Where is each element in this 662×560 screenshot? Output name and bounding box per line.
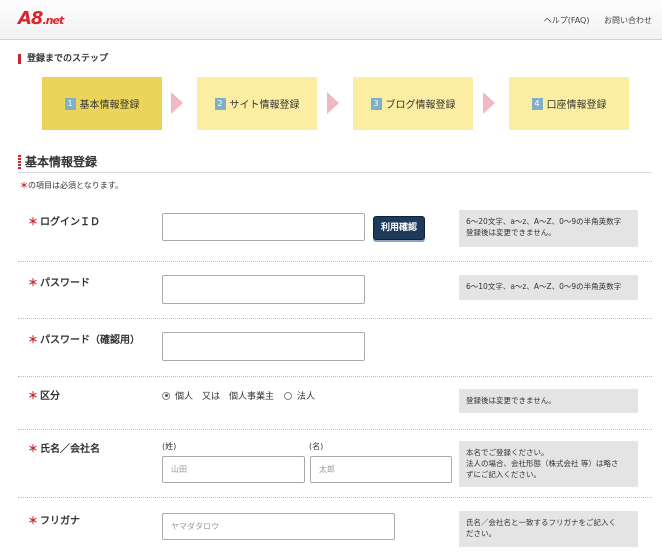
step-3: 3 ブログ情報登録 — [353, 77, 473, 130]
furigana-input[interactable]: ヤマダタロウ — [162, 513, 395, 540]
password-confirm-row: ＊パスワード（確認用） — [18, 319, 652, 377]
login-id-help: 6～20文字、a～z、A～Z、0～9の半角英数字 登録後は変更できません。 — [459, 210, 638, 247]
category-label-text: 区分 — [40, 391, 60, 402]
help-line: 本名でご登録ください。 — [466, 448, 549, 457]
furigana-label-text: フリガナ — [40, 516, 80, 527]
step-number: 1 — [64, 97, 76, 110]
furigana-help: 氏名／会社名と一致するフリガナをご記入く ださい。 — [459, 511, 638, 547]
radio-unselected-icon[interactable] — [284, 391, 292, 400]
name-label: ＊氏名／会社名 — [28, 440, 100, 455]
last-name-label: (姓) — [162, 442, 177, 451]
password-confirm-label-text: パスワード（確認用） — [40, 335, 140, 346]
password-help: 6～10文字、a～z、A～Z、0～9の半角英数字 — [459, 275, 638, 300]
category-corporate-radio[interactable]: 法人 — [284, 389, 315, 402]
a8net-logo[interactable]: A8.net — [18, 8, 64, 29]
section-bar — [18, 155, 21, 169]
required-note: ＊の項目は必須となります。 — [20, 180, 123, 191]
category-individual-radio[interactable]: 個人 又は 個人事業主 — [162, 389, 274, 402]
logo-suffix-text: .net — [42, 14, 64, 27]
login-id-label-text: ログインＩＤ — [40, 217, 100, 228]
password-label-text: パスワード — [40, 278, 90, 289]
name-label-text: 氏名／会社名 — [40, 444, 100, 455]
login-id-input[interactable] — [162, 213, 365, 241]
name-row: ＊氏名／会社名 (姓) (名) 山田 太郎 本名でご登録ください。 法人の場合、… — [18, 430, 652, 498]
step-label: 口座情報登録 — [546, 100, 607, 111]
required-star: ＊ — [28, 391, 38, 402]
header: A8.net ヘルプ(FAQ) お問い合わせ — [0, 0, 662, 40]
furigana-row: ＊フリガナ ヤマダタロウ 氏名／会社名と一致するフリガナをご記入く ださい。 — [18, 498, 652, 560]
check-availability-button[interactable]: 利用確認 — [373, 216, 425, 240]
step-number: 2 — [214, 97, 226, 110]
step-arrow-icon — [327, 92, 339, 114]
required-star: ＊ — [20, 181, 28, 190]
required-note-text: の項目は必須となります。 — [28, 181, 123, 190]
help-line: ださい。 — [466, 529, 496, 538]
help-line: ずにご記入ください。 — [466, 470, 541, 479]
radio-label: 法人 — [297, 392, 316, 402]
step-arrow-icon — [171, 92, 183, 114]
login-id-label: ＊ログインＩＤ — [28, 213, 100, 228]
password-confirm-input[interactable] — [162, 332, 365, 361]
category-row: ＊区分 個人 又は 個人事業主 法人 登録後は変更できません。 — [18, 377, 652, 430]
section-divider — [18, 172, 652, 173]
help-faq-link[interactable]: ヘルプ(FAQ) — [544, 16, 590, 25]
step-arrow-icon — [483, 92, 495, 114]
name-help: 本名でご登録ください。 法人の場合、会社形態（株式会社 等）は略さ ずにご記入く… — [459, 441, 638, 487]
help-line: 法人の場合、会社形態（株式会社 等）は略さ — [466, 459, 619, 468]
furigana-label: ＊フリガナ — [28, 512, 80, 527]
required-star: ＊ — [28, 217, 38, 228]
last-name-input[interactable]: 山田 — [162, 456, 305, 483]
step-1: 1 基本情報登録 — [42, 77, 162, 130]
step-label: ブログ情報登録 — [385, 100, 456, 111]
first-name-label: (名) — [309, 442, 324, 451]
step-label: 基本情報登録 — [79, 100, 140, 111]
step-number: 3 — [370, 97, 382, 110]
login-id-row: ＊ログインＩＤ 利用確認 6～20文字、a～z、A～Z、0～9の半角英数字 登録… — [18, 197, 652, 262]
required-star: ＊ — [28, 335, 38, 346]
section-title-text: 基本情報登録 — [25, 155, 98, 169]
required-star: ＊ — [28, 516, 38, 527]
help-line: 6～20文字、a～z、A～Z、0～9の半角英数字 — [466, 217, 622, 226]
password-label: ＊パスワード — [28, 274, 90, 289]
password-input[interactable] — [162, 275, 365, 304]
password-confirm-label: ＊パスワード（確認用） — [28, 331, 140, 346]
required-star: ＊ — [28, 444, 38, 455]
section-title: 基本情報登録 — [18, 155, 97, 169]
step-4: 4 口座情報登録 — [509, 77, 629, 130]
required-star: ＊ — [28, 278, 38, 289]
category-help: 登録後は変更できません。 — [459, 389, 638, 413]
help-line: 6～10文字、a～z、A～Z、0～9の半角英数字 — [466, 282, 622, 291]
step-number: 4 — [531, 97, 543, 110]
step-label: サイト情報登録 — [229, 100, 300, 111]
help-line: 氏名／会社名と一致するフリガナをご記入く — [466, 518, 616, 527]
help-line: 登録後は変更できません。 — [466, 228, 556, 237]
contact-link[interactable]: お問い合わせ — [604, 16, 652, 25]
header-links: ヘルプ(FAQ) お問い合わせ — [532, 15, 652, 26]
radio-selected-icon[interactable] — [162, 391, 170, 400]
logo-main-text: A8 — [18, 8, 43, 29]
help-line: 登録後は変更できません。 — [466, 396, 556, 405]
radio-label: 個人 又は 個人事業主 — [175, 392, 275, 402]
steps-title: 登録までのステップ — [18, 54, 108, 64]
password-row: ＊パスワード 6～10文字、a～z、A～Z、0～9の半角英数字 — [18, 262, 652, 319]
category-label: ＊区分 — [28, 387, 60, 402]
step-2: 2 サイト情報登録 — [197, 77, 317, 130]
first-name-input[interactable]: 太郎 — [310, 456, 452, 483]
